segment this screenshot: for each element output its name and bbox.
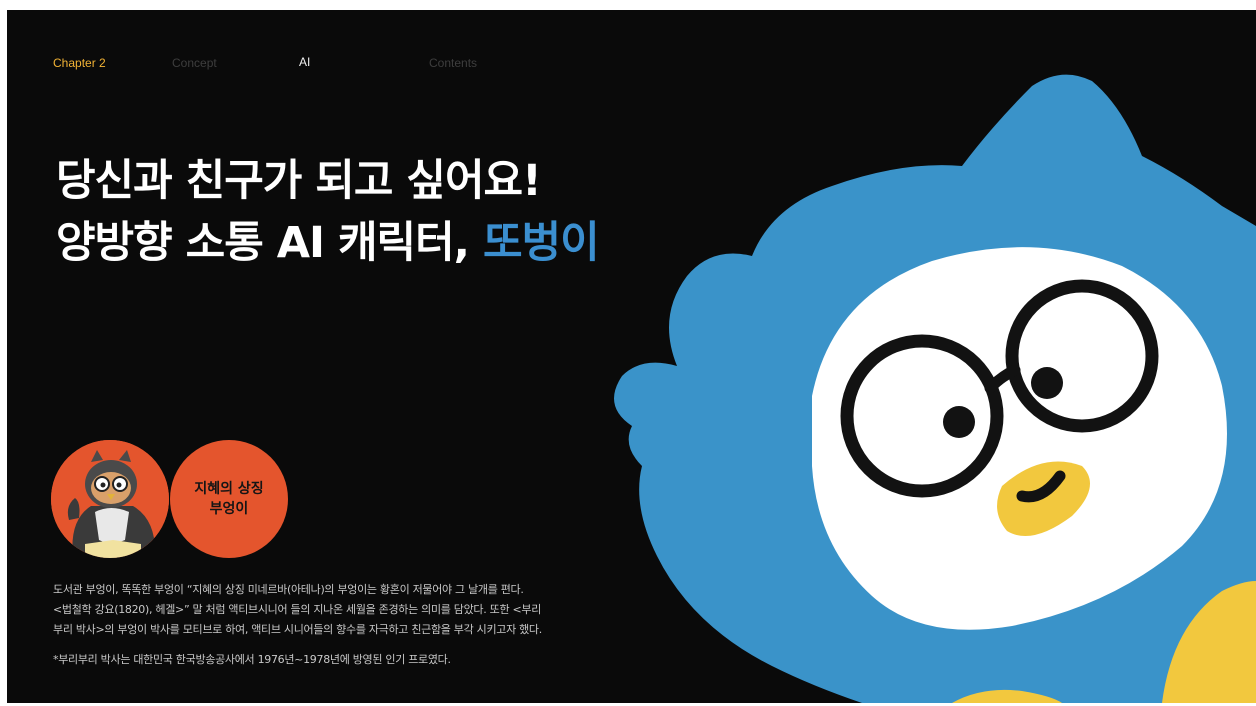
nav-item-concept[interactable]: Concept <box>172 56 217 70</box>
wisdom-owl-badge: 지혜의 상징 부엉이 <box>170 440 288 558</box>
headline: 당신과 친구가 되고 싶어요! 양방향 소통 AI 캐릭터, 또벙이 <box>56 150 600 274</box>
owl-mascot-illustration <box>614 74 1256 703</box>
nav-item-contents[interactable]: Contents <box>429 56 477 70</box>
description: 도서관 부엉이, 똑똑한 부엉이 “지혜의 상징 미네르바(아테나)의 부엉이는… <box>53 580 613 640</box>
headline-accent: 또벙이 <box>482 218 600 268</box>
headline-line2-prefix: 양방향 소통 AI 캐릭터, <box>56 218 483 268</box>
description-line: 도서관 부엉이, 똑똑한 부엉이 “지혜의 상징 미네르바(아테나)의 부엉이는… <box>53 583 524 596</box>
headline-line1: 당신과 친구가 되고 싶어요! <box>56 156 542 206</box>
headline-line2: 양방향 소통 AI 캐릭터, 또벙이 <box>56 212 600 274</box>
left-pupil <box>943 406 975 438</box>
owl-costume-photo <box>51 440 169 558</box>
right-pupil <box>1031 367 1063 399</box>
nav-item-chapter[interactable]: Chapter 2 <box>53 56 106 70</box>
description-line: <법철학 강요(1820), 헤겔>” 말 처럼 액티브시니어 들의 지나온 세… <box>53 603 542 616</box>
owl-costume-icon <box>51 440 169 558</box>
nav-item-ai[interactable]: AI <box>299 55 310 69</box>
slide: Chapter 2 Concept AI Contents 당신과 친구가 되고… <box>7 10 1256 703</box>
badge-line1: 지혜의 상징 <box>194 481 264 497</box>
footnote: *부리부리 박사는 대한민국 한국방송공사에서 1976년~1978년에 방영된… <box>53 653 451 666</box>
badge-line2: 부엉이 <box>209 501 249 517</box>
description-line: 부리 박사>의 부엉이 박사를 모티브로 하여, 액티브 시니어들의 향수를 자… <box>53 623 542 636</box>
